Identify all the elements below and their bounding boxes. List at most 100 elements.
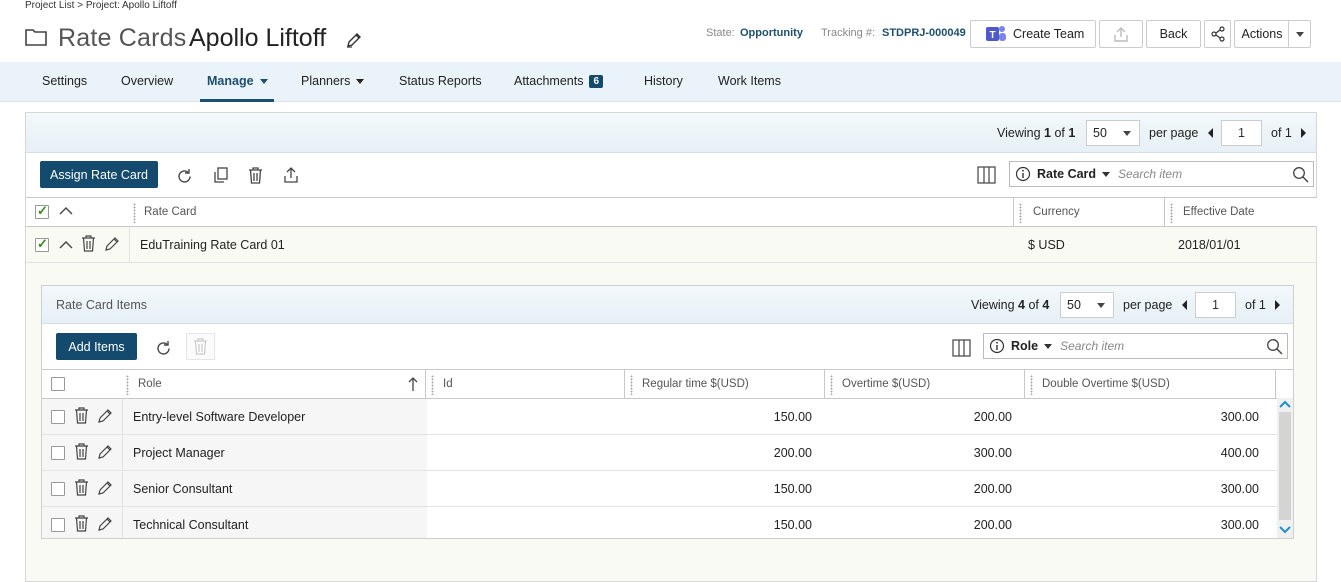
column-header-regular-time[interactable]: Regular time $(USD) bbox=[642, 378, 749, 390]
chevron-down-icon[interactable] bbox=[1044, 343, 1053, 349]
row-checkbox[interactable] bbox=[51, 410, 65, 424]
search-icon[interactable] bbox=[1266, 338, 1283, 355]
search-icon[interactable] bbox=[1292, 166, 1309, 183]
tab-planners[interactable]: Planners bbox=[301, 74, 365, 88]
pencil-icon[interactable] bbox=[97, 407, 114, 424]
rate-card-items-grid-header: Role Id Regular time $(USD) Overtime $(U… bbox=[42, 369, 1293, 399]
tab-work-items[interactable]: Work Items bbox=[718, 74, 781, 88]
trash-icon[interactable] bbox=[247, 166, 264, 184]
trash-icon[interactable] bbox=[74, 515, 89, 532]
double-overtime-cell: 300.00 bbox=[1220, 482, 1259, 496]
chevron-up-icon[interactable] bbox=[59, 240, 73, 250]
page-number-input[interactable]: 1 bbox=[1221, 120, 1262, 146]
export-icon[interactable] bbox=[282, 166, 300, 184]
select-all-checkbox[interactable] bbox=[35, 203, 49, 219]
column-divider bbox=[122, 435, 123, 470]
table-row[interactable]: Project Manager 200.00 300.00 400.00 bbox=[42, 435, 1277, 471]
refresh-icon[interactable] bbox=[154, 339, 173, 358]
page-total: of 1 bbox=[1271, 126, 1292, 140]
columns-icon[interactable] bbox=[977, 166, 996, 184]
chevron-up-icon[interactable] bbox=[59, 206, 73, 216]
pencil-icon[interactable] bbox=[104, 235, 121, 252]
select-all-checkbox[interactable] bbox=[51, 377, 65, 391]
column-header-effective-date[interactable]: Effective Date bbox=[1183, 206, 1254, 218]
trash-icon[interactable] bbox=[81, 235, 96, 252]
column-grip[interactable] bbox=[1170, 203, 1173, 223]
search-input[interactable]: Search item bbox=[1060, 339, 1124, 353]
trash-icon[interactable] bbox=[74, 407, 89, 424]
chevron-down-icon bbox=[356, 78, 365, 84]
tab-settings[interactable]: Settings bbox=[42, 74, 87, 88]
table-row[interactable]: Entry-level Software Developer 150.00 20… bbox=[42, 399, 1277, 435]
tab-history[interactable]: History bbox=[644, 74, 683, 88]
share-button[interactable] bbox=[1204, 20, 1231, 48]
column-grip[interactable] bbox=[830, 375, 833, 395]
per-page-select[interactable]: 50 bbox=[1060, 292, 1114, 318]
pencil-icon[interactable] bbox=[97, 479, 114, 496]
prev-page-icon[interactable] bbox=[1208, 128, 1213, 138]
column-grip[interactable] bbox=[431, 375, 434, 395]
column-grip[interactable] bbox=[1019, 203, 1022, 223]
search-filter-label[interactable]: Role bbox=[1011, 339, 1038, 353]
rate-card-search[interactable]: Rate Card Search item bbox=[1009, 161, 1314, 187]
scrollbar-thumb[interactable] bbox=[1279, 412, 1291, 520]
tab-label: Attachments bbox=[514, 74, 584, 88]
pencil-icon[interactable] bbox=[345, 31, 363, 49]
tab-attachments[interactable]: Attachments 6 bbox=[514, 74, 604, 88]
regular-time-cell: 200.00 bbox=[773, 446, 812, 460]
page-number-input[interactable]: 1 bbox=[1195, 292, 1236, 318]
row-checkbox[interactable] bbox=[51, 482, 65, 496]
actions-button[interactable]: Actions bbox=[1234, 20, 1289, 48]
column-header-role[interactable]: Role bbox=[138, 378, 162, 390]
row-checkbox[interactable] bbox=[51, 518, 65, 532]
search-input[interactable]: Search item bbox=[1118, 167, 1182, 181]
column-grip[interactable] bbox=[133, 203, 136, 223]
overtime-cell: 200.00 bbox=[973, 482, 1012, 496]
next-page-icon[interactable] bbox=[1301, 128, 1306, 138]
column-grip[interactable] bbox=[1030, 375, 1033, 395]
rate-card-name: EduTraining Rate Card 01 bbox=[140, 238, 285, 252]
column-grip[interactable] bbox=[126, 375, 129, 395]
pencil-icon[interactable] bbox=[97, 515, 114, 532]
per-page-select[interactable]: 50 bbox=[1086, 120, 1140, 146]
page-total: of 1 bbox=[1245, 298, 1266, 312]
assign-rate-card-button[interactable]: Assign Rate Card bbox=[40, 161, 158, 188]
tab-overview[interactable]: Overview bbox=[121, 74, 173, 88]
upload-button[interactable] bbox=[1099, 20, 1143, 48]
search-filter-label[interactable]: Rate Card bbox=[1037, 167, 1096, 181]
tab-manage[interactable]: Manage bbox=[207, 74, 268, 88]
rate-card-items-search[interactable]: Role Search item bbox=[983, 333, 1288, 359]
table-row[interactable]: Senior Consultant 150.00 200.00 300.00 bbox=[42, 471, 1277, 507]
table-row[interactable]: EduTraining Rate Card 01 $ USD 2018/01/0… bbox=[26, 227, 1316, 263]
scroll-up-icon[interactable] bbox=[1279, 400, 1291, 409]
actions-dropdown-toggle[interactable] bbox=[1288, 20, 1311, 48]
pencil-icon[interactable] bbox=[97, 443, 114, 460]
tab-status-reports[interactable]: Status Reports bbox=[399, 74, 482, 88]
column-grip[interactable] bbox=[630, 375, 633, 395]
row-checkbox[interactable] bbox=[51, 446, 65, 460]
column-header-id[interactable]: Id bbox=[443, 378, 453, 390]
column-divider bbox=[122, 399, 123, 434]
row-checkbox[interactable] bbox=[35, 236, 49, 252]
sort-up-icon[interactable] bbox=[408, 376, 418, 392]
trash-icon[interactable] bbox=[74, 443, 89, 460]
delete-items-button[interactable] bbox=[186, 333, 215, 360]
add-items-button[interactable]: Add Items bbox=[56, 333, 137, 360]
column-header-rate-card[interactable]: Rate Card bbox=[144, 206, 196, 218]
back-button[interactable]: Back bbox=[1146, 20, 1201, 48]
chevron-down-icon[interactable] bbox=[1102, 171, 1111, 177]
column-header-overtime[interactable]: Overtime $(USD) bbox=[842, 378, 930, 390]
prev-page-icon[interactable] bbox=[1182, 300, 1187, 310]
trash-icon[interactable] bbox=[74, 479, 89, 496]
refresh-icon[interactable] bbox=[175, 167, 194, 186]
scroll-down-icon[interactable] bbox=[1279, 525, 1291, 534]
column-header-currency[interactable]: Currency bbox=[1033, 206, 1080, 218]
table-row[interactable]: Technical Consultant 150.00 200.00 300.0… bbox=[42, 507, 1277, 538]
column-header-double-overtime[interactable]: Double Overtime $(USD) bbox=[1042, 378, 1170, 390]
double-overtime-cell: 400.00 bbox=[1220, 446, 1259, 460]
copy-icon[interactable] bbox=[212, 166, 230, 184]
columns-icon[interactable] bbox=[952, 339, 971, 357]
create-team-button[interactable]: T Create Team bbox=[970, 20, 1096, 48]
breadcrumb[interactable]: Project List > Project: Apollo Liftoff bbox=[25, 0, 177, 11]
next-page-icon[interactable] bbox=[1275, 300, 1280, 310]
